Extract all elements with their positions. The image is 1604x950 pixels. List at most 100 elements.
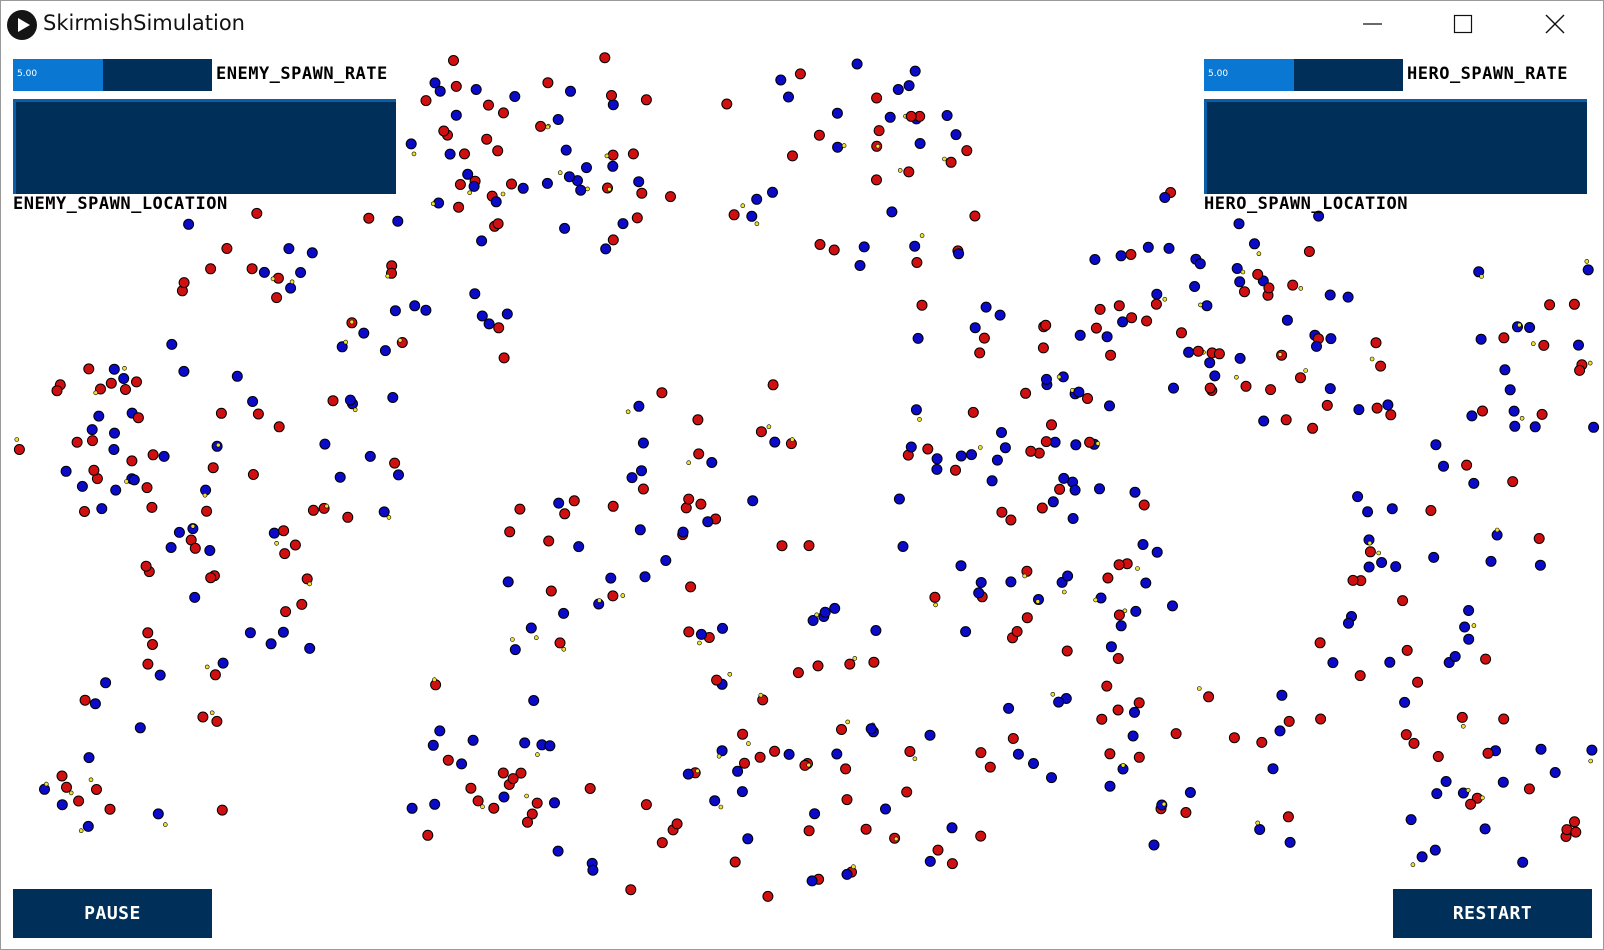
projectile [718, 804, 724, 810]
hero-unit [783, 748, 795, 760]
projectile [1120, 762, 1126, 768]
restart-button[interactable]: RESTART [1393, 889, 1592, 938]
hero-spawn-location-pad[interactable] [1204, 99, 1587, 194]
enemy-unit [905, 110, 917, 122]
hero-unit [502, 576, 514, 588]
enemy-unit [1364, 546, 1376, 558]
hero-unit [955, 560, 967, 572]
hero-unit [732, 765, 744, 777]
enemy-unit [755, 426, 767, 438]
hero-unit [462, 168, 474, 180]
hero-unit [39, 783, 50, 795]
pause-button[interactable]: PAUSE [13, 889, 212, 938]
projectile [545, 124, 551, 130]
projectile [727, 671, 733, 677]
projectile [597, 598, 602, 603]
enemy-unit [1498, 332, 1510, 344]
enemy-unit [1256, 736, 1268, 748]
projectile [190, 523, 196, 529]
enemy-unit [1287, 279, 1299, 291]
hero-unit [295, 267, 307, 278]
enemy-unit [841, 794, 853, 806]
enemy-unit [1025, 445, 1037, 457]
hero-unit [905, 441, 917, 453]
enemy-spawn-rate-slider[interactable]: 5.00 [13, 59, 212, 91]
enemy-unit [1213, 348, 1225, 360]
enemy-unit [1280, 414, 1292, 426]
projectile [1256, 251, 1262, 256]
hero-unit [1416, 851, 1428, 863]
projectile [1369, 356, 1375, 362]
projectile [1410, 862, 1416, 868]
hero-unit [358, 327, 370, 339]
hero-unit [742, 833, 754, 845]
enemy-unit [1263, 282, 1275, 294]
enemy-unit [640, 94, 652, 106]
title-bar[interactable]: SkirmishSimulation [1, 1, 1603, 47]
hero-spawn-rate-slider[interactable]: 5.00 [1204, 59, 1403, 91]
close-button[interactable] [1525, 1, 1585, 47]
enemy-unit [1090, 322, 1102, 334]
enemy-unit [247, 469, 259, 480]
enemy-unit [978, 332, 990, 344]
projectile [1517, 322, 1522, 328]
projectile [1471, 623, 1477, 628]
enemy-unit [1536, 408, 1548, 420]
hero-unit [1234, 276, 1246, 288]
hero-unit [975, 577, 987, 588]
enemy-unit [1180, 807, 1192, 818]
simulation-canvas[interactable]: 5.00 ENEMY_SPAWN_RATE ENEMY_SPAWN_LOCATI… [1, 47, 1603, 949]
hero-unit [809, 808, 821, 820]
enemy-unit [1456, 711, 1468, 723]
enemy-unit [498, 352, 510, 364]
enemy-unit [1228, 732, 1240, 744]
enemy-unit [493, 322, 505, 334]
hero-unit [1499, 364, 1511, 376]
enemy-spawn-location-pad[interactable] [13, 99, 396, 194]
hero-unit [633, 400, 645, 412]
enemy-unit [584, 783, 596, 794]
enemy-unit [1126, 312, 1138, 324]
hero-unit [406, 802, 418, 814]
enemy-unit [1104, 748, 1116, 760]
enemy-unit [1138, 499, 1150, 511]
hero-unit [695, 628, 707, 640]
enemy-unit [450, 80, 462, 92]
projectile [43, 781, 49, 787]
projectile [1367, 540, 1373, 546]
enemy-unit [1432, 751, 1444, 762]
minimize-button[interactable] [1343, 1, 1403, 47]
enemy-unit [1282, 811, 1294, 823]
hero-spawn-location-label: HERO_SPAWN_LOCATION [1204, 194, 1408, 214]
enemy-unit [105, 377, 117, 389]
enemy-unit [685, 581, 697, 593]
projectile [977, 445, 983, 450]
hero-unit [319, 438, 331, 450]
hero-unit [525, 622, 537, 634]
hero-unit [1140, 577, 1152, 589]
enemy-unit [1538, 339, 1550, 351]
hero-unit [1428, 551, 1440, 563]
hero-unit [1005, 576, 1017, 588]
hero-unit [969, 322, 981, 334]
hero-unit [154, 669, 166, 681]
hero-unit [1390, 561, 1402, 573]
enemy-unit [126, 455, 138, 467]
enemy-unit [1375, 360, 1387, 372]
app-window: SkirmishSimulation 5.00 ENEMY_SPAWN_RATE… [0, 0, 1604, 950]
enemy-unit [1314, 637, 1326, 649]
hero-unit [677, 526, 689, 538]
enemy-unit [737, 728, 749, 740]
hero-unit [387, 392, 399, 403]
hero-unit [636, 465, 647, 477]
maximize-button[interactable] [1433, 1, 1493, 47]
hero-unit [1384, 656, 1396, 668]
hero-unit [960, 626, 972, 638]
enemy-unit [1239, 286, 1250, 298]
enemy-unit [631, 212, 643, 224]
hero-unit [560, 144, 572, 156]
enemy-unit [844, 658, 856, 670]
hero-unit [231, 370, 243, 382]
hero-unit [910, 404, 922, 416]
enemy-unit [812, 660, 824, 672]
